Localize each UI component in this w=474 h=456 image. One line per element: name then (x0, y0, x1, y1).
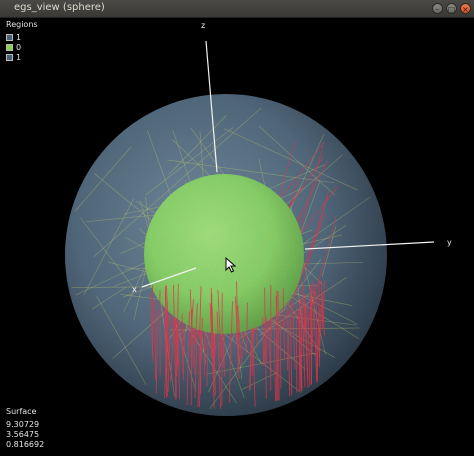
surface-info: Surface 9.30729 3.56475 0.816692 (6, 407, 44, 450)
legend-swatch (6, 53, 13, 61)
window-title: egs_view (sphere) (14, 2, 105, 13)
close-icon[interactable]: × (460, 3, 471, 14)
3d-viewport[interactable]: z y x (0, 18, 474, 456)
legend-item-label: 1 (16, 32, 22, 42)
y-axis-label: y (447, 238, 452, 247)
z-axis-label: z (201, 21, 206, 30)
legend-item[interactable]: 1 (6, 32, 38, 42)
surface-label: Surface (6, 407, 37, 416)
legend-item-label: 0 (16, 42, 22, 52)
surface-value: 3.56475 (6, 430, 40, 439)
title-bar[interactable]: egs_view (sphere) – □ × (0, 0, 474, 18)
x-axis-label: x (132, 285, 137, 294)
legend-item[interactable]: 0 (6, 42, 38, 52)
regions-legend: Regions 1 0 1 (6, 20, 38, 62)
mouse-cursor-icon (225, 257, 237, 273)
legend-item[interactable]: 1 (6, 52, 38, 62)
surface-value: 0.816692 (6, 440, 45, 449)
geometry-scene[interactable] (0, 18, 474, 456)
minimize-icon[interactable]: – (432, 3, 443, 14)
maximize-icon[interactable]: □ (446, 3, 457, 14)
surface-value: 9.30729 (6, 420, 40, 429)
app-window: egs_view (sphere) – □ × z y x Regions 1 … (0, 0, 474, 456)
legend-swatch (6, 33, 13, 41)
particle-track (300, 299, 303, 391)
legend-item-label: 1 (16, 52, 22, 62)
legend-swatch (6, 43, 13, 51)
legend-title: Regions (6, 20, 38, 29)
